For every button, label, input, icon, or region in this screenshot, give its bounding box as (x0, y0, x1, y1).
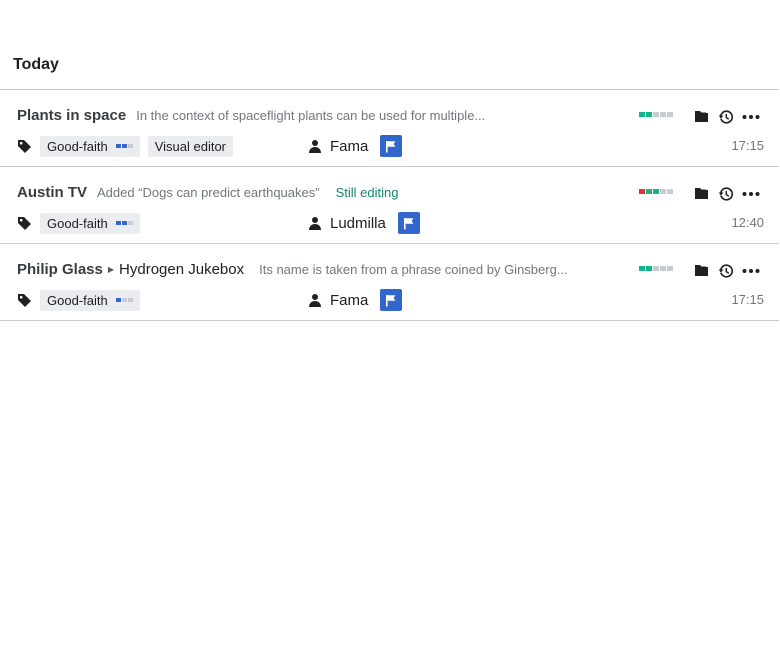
timestamp: 17:15 (731, 138, 764, 153)
caret-right-icon: ▶ (107, 264, 115, 274)
quality-segment (667, 189, 673, 194)
history-icon[interactable] (718, 109, 734, 125)
good-faith-chip[interactable]: Good-faith (40, 289, 140, 311)
quality-segment (646, 266, 652, 271)
good-faith-level (115, 144, 133, 148)
level-segment (121, 144, 127, 148)
section-title: Today (13, 56, 59, 73)
quality-segment (639, 112, 645, 117)
good-faith-level (115, 298, 133, 302)
flag-icon (385, 140, 397, 153)
user-link[interactable]: Fama (330, 292, 368, 309)
quality-segment (660, 189, 666, 194)
quality-segment (646, 112, 652, 117)
timestamp: 17:15 (731, 292, 764, 307)
good-faith-chip[interactable]: Good-faith (40, 135, 140, 157)
quality-segment (639, 266, 645, 271)
level-segment (127, 144, 133, 148)
user-icon (308, 216, 322, 230)
user-link[interactable]: Ludmilla (330, 215, 386, 232)
edit-summary: Its name is taken from a phrase coined b… (259, 261, 568, 277)
quality-segment (660, 112, 666, 117)
flag-button[interactable] (397, 212, 420, 234)
level-segment (115, 144, 121, 148)
quality-segment (667, 112, 673, 117)
chip-label: Good-faith (47, 138, 108, 154)
change-row[interactable]: Plants in space In the context of spacef… (0, 90, 779, 166)
level-segment (127, 221, 133, 225)
quality-segment (667, 266, 673, 271)
row-actions (694, 109, 760, 125)
row-actions (694, 186, 760, 202)
level-segment (127, 298, 133, 302)
status-text: Still editing (335, 184, 399, 200)
user-icon (308, 293, 322, 307)
user-info: Ludmilla (308, 212, 420, 234)
quality-meter (639, 189, 673, 194)
user-icon (308, 139, 322, 153)
level-segment (121, 221, 127, 225)
user-info: Fama (308, 289, 403, 311)
row-actions (694, 263, 760, 279)
tag-icon (17, 216, 32, 231)
change-row[interactable]: Austin TV Added “Dogs can predict earthq… (0, 167, 779, 243)
divider (0, 320, 779, 321)
more-icon[interactable] (742, 110, 760, 124)
folder-icon[interactable] (694, 110, 710, 124)
tag-icon (17, 139, 32, 154)
level-segment (121, 298, 127, 302)
quality-meter (639, 112, 673, 117)
chip-label: Good-faith (47, 215, 108, 231)
quality-segment (653, 266, 659, 271)
quality-meter (639, 266, 673, 271)
page-title-link[interactable]: Austin TV (17, 184, 87, 201)
tags-line: Good-faith (17, 289, 148, 311)
tags-line: Good-faith (17, 212, 148, 234)
visual-editor-chip[interactable]: Visual editor (147, 135, 234, 157)
good-faith-chip[interactable]: Good-faith (40, 212, 140, 234)
page-title-link[interactable]: Hydrogen Jukebox (119, 261, 244, 278)
history-icon[interactable] (718, 186, 734, 202)
chip-label: Visual editor (154, 138, 227, 154)
quality-segment (639, 189, 645, 194)
flag-icon (385, 294, 397, 307)
tags-line: Good-faith Visual editor (17, 135, 241, 157)
level-segment (115, 221, 121, 225)
edit-summary: In the context of spaceflight plants can… (136, 107, 486, 123)
row-heading: Austin TV Added “Dogs can predict earthq… (17, 181, 398, 203)
row-heading: Plants in space In the context of spacef… (17, 104, 485, 126)
flag-button[interactable] (380, 289, 403, 311)
quality-segment (646, 189, 652, 194)
user-link[interactable]: Fama (330, 138, 368, 155)
change-row[interactable]: Philip Glass ▶ Hydrogen Jukebox Its name… (0, 244, 779, 320)
level-segment (115, 298, 121, 302)
good-faith-level (115, 221, 133, 225)
row-heading: Philip Glass ▶ Hydrogen Jukebox Its name… (17, 258, 568, 280)
tag-icon (17, 293, 32, 308)
quality-segment (653, 112, 659, 117)
more-icon[interactable] (742, 264, 760, 278)
flag-icon (403, 217, 415, 230)
quality-segment (653, 189, 659, 194)
quality-segment (660, 266, 666, 271)
edit-summary: Added “Dogs can predict earthquakes” (97, 184, 320, 200)
page-title-link[interactable]: Plants in space (17, 107, 126, 124)
flag-button[interactable] (380, 135, 403, 157)
history-icon[interactable] (718, 263, 734, 279)
folder-icon[interactable] (694, 187, 710, 201)
timestamp: 12:40 (731, 215, 764, 230)
user-info: Fama (308, 135, 403, 157)
more-icon[interactable] (742, 187, 760, 201)
parent-page-link[interactable]: Philip Glass (17, 261, 103, 278)
chip-label: Good-faith (47, 292, 108, 308)
folder-icon[interactable] (694, 264, 710, 278)
